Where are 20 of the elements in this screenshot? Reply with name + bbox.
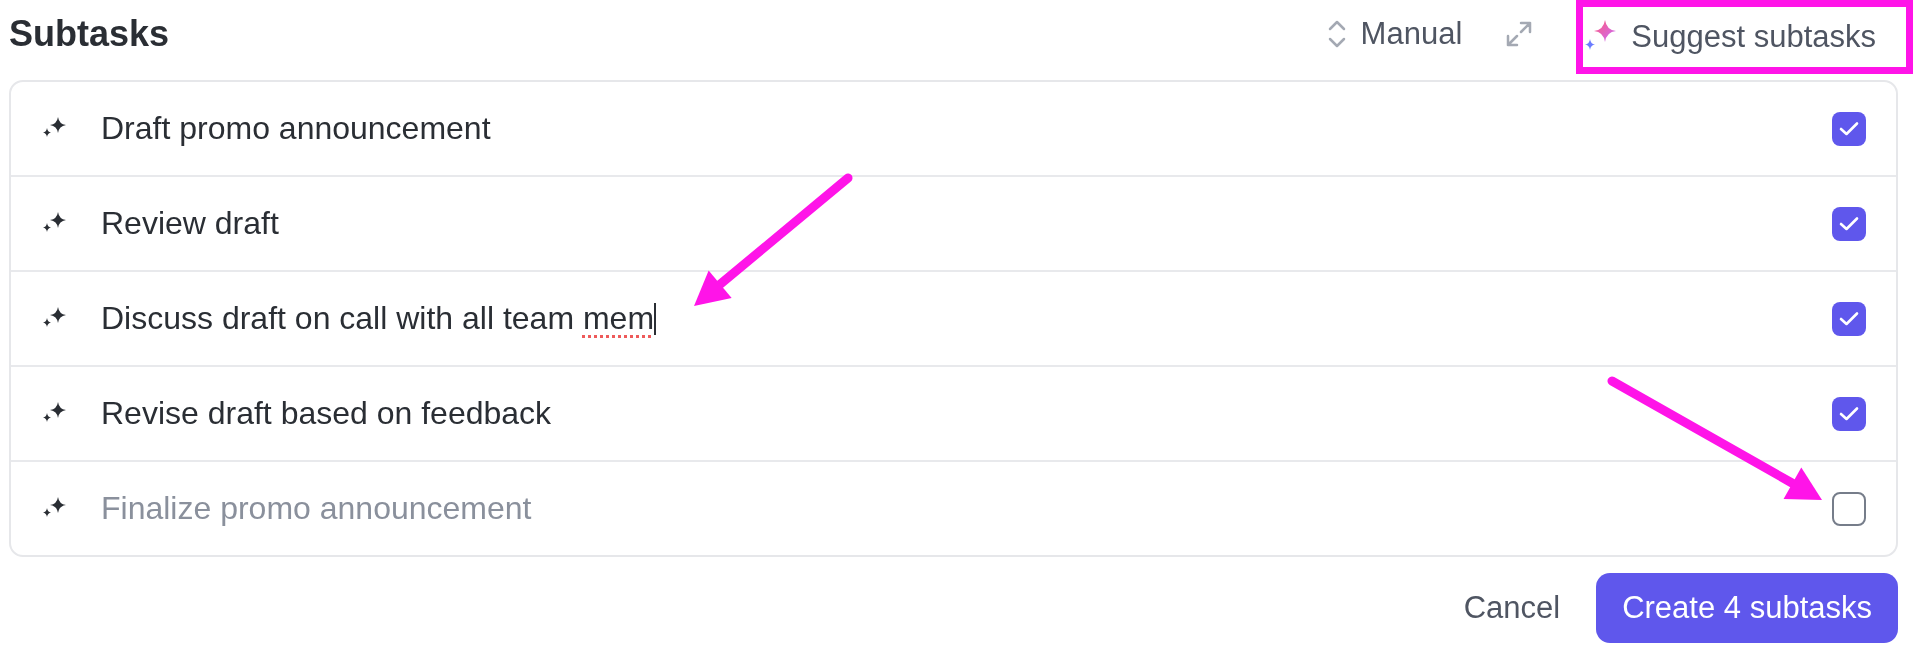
checkmark-icon [1839,215,1859,232]
sort-button[interactable]: Manual [1326,16,1463,52]
subtask-checkbox[interactable] [1832,111,1866,146]
subtask-title[interactable]: Revise draft based on feedback [101,395,1832,432]
cancel-button[interactable]: Cancel [1463,590,1561,626]
subtask-checkbox[interactable] [1832,206,1866,241]
create-subtasks-button[interactable]: Create 4 subtasks [1596,573,1898,643]
checkmark-icon [1839,120,1859,137]
subtask-title[interactable]: Review draft [101,205,1832,242]
subtask-title[interactable]: Draft promo announcement [101,110,1832,147]
subtask-checkbox[interactable] [1832,301,1866,336]
subtask-title[interactable]: Discuss draft on call with all team mem [101,300,1832,337]
dialog-title: Subtasks [9,13,171,55]
expand-icon [1506,21,1533,47]
suggest-subtasks-button[interactable]: Suggest subtasks [1583,17,1876,57]
checkmark-icon [1839,405,1859,422]
chevron-updown-icon [1326,19,1347,49]
checkmark-icon [1839,310,1859,327]
subtask-checkbox[interactable] [1832,491,1866,526]
subtask-checkbox[interactable] [1832,396,1866,431]
